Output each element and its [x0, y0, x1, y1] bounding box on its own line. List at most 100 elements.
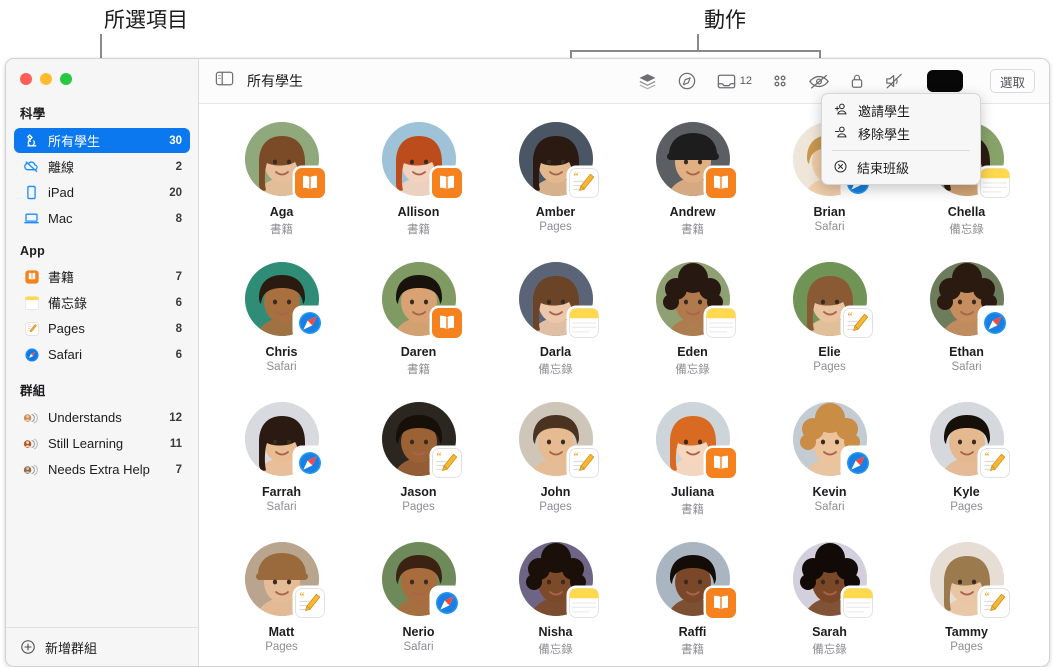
student-avatar-wrap[interactable]: “ [518, 402, 599, 478]
inbox-icon[interactable]: 12 [716, 73, 752, 90]
student-avatar-wrap[interactable] [381, 542, 462, 618]
student-avatar-wrap[interactable] [792, 402, 873, 478]
student-cell[interactable]: “ Amber Pages [487, 116, 624, 256]
mute-icon[interactable] [884, 72, 904, 90]
student-name: Jason [400, 485, 437, 499]
student-avatar-wrap[interactable] [381, 122, 462, 198]
student-avatar-wrap[interactable]: “ [929, 542, 1010, 618]
sidebar-item-needs-extra-help[interactable]: Needs Extra Help 7 [14, 457, 190, 482]
screen-action-button[interactable] [926, 70, 963, 92]
student-cell[interactable]: Sarah 備忘錄 [761, 536, 898, 666]
student-avatar-wrap[interactable] [792, 542, 873, 618]
student-cell[interactable]: Daren 書籍 [350, 256, 487, 396]
student-avatar-wrap[interactable] [655, 262, 736, 338]
sidebar-item-count: 8 [175, 212, 182, 225]
student-cell[interactable]: Aga 書籍 [213, 116, 350, 256]
student-cell[interactable]: Kevin Safari [761, 396, 898, 536]
sidebar-item-safari[interactable]: Safari 6 [14, 342, 190, 367]
student-name: Amber [535, 205, 576, 219]
student-cell[interactable]: Eden 備忘錄 [624, 256, 761, 396]
student-cell[interactable]: Juliana 書籍 [624, 396, 761, 536]
student-cell[interactable]: Farrah Safari [213, 396, 350, 536]
add-group-button[interactable]: 新增群組 [6, 627, 198, 666]
student-app: Pages [539, 221, 572, 233]
sidebar-item-books[interactable]: 書籍 7 [14, 264, 190, 289]
student-avatar-wrap[interactable]: “ [244, 542, 325, 618]
student-avatar-wrap[interactable] [929, 262, 1010, 338]
student-avatar-wrap[interactable] [244, 262, 325, 338]
microscope-icon [23, 132, 40, 149]
student-avatar-wrap[interactable] [655, 402, 736, 478]
student-cell[interactable]: “ Kyle Pages [898, 396, 1035, 536]
grid-group-icon[interactable] [771, 72, 789, 90]
books-badge-icon [705, 588, 736, 618]
screenshot-root: 所選項目 動作 動作 科學 所有學生 [0, 0, 1053, 667]
books-badge-icon [705, 448, 736, 478]
student-cell[interactable]: “ John Pages [487, 396, 624, 536]
sidebar-item-understands[interactable]: Understands 12 [14, 405, 190, 430]
lock-icon[interactable] [849, 72, 865, 90]
student-cell[interactable]: “ Elie Pages [761, 256, 898, 396]
student-cell[interactable]: Chris Safari [213, 256, 350, 396]
minimize-button[interactable] [40, 73, 52, 85]
student-avatar-wrap[interactable] [518, 542, 599, 618]
student-avatar-wrap[interactable] [655, 122, 736, 198]
select-button[interactable]: 選取 [989, 69, 1035, 93]
student-cell[interactable]: Andrew 書籍 [624, 116, 761, 256]
student-avatar-wrap[interactable]: “ [381, 402, 462, 478]
sidebar-item-notes[interactable]: 備忘錄 6 [14, 290, 190, 315]
student-name: Sarah [812, 625, 847, 639]
svg-text:“: “ [299, 592, 304, 603]
student-avatar-wrap[interactable]: “ [518, 122, 599, 198]
student-avatar-wrap[interactable]: “ [929, 402, 1010, 478]
student-app: Pages [539, 501, 572, 513]
menu-item-invite-student[interactable]: 邀請學生 [822, 99, 980, 122]
student-cell[interactable]: Nisha 備忘錄 [487, 536, 624, 666]
zoom-button[interactable] [60, 73, 72, 85]
classroom-window: 科學 所有學生 30 離線 2 iPad 20 Mac 8 App 書籍 7 備… [5, 58, 1050, 667]
sidebar-item-still-learning[interactable]: Still Learning 11 [14, 431, 190, 456]
sidebar-item-count: 7 [175, 463, 182, 476]
student-app: 書籍 [681, 504, 704, 516]
mac-icon [23, 210, 40, 227]
student-cell[interactable]: “ Tammy Pages [898, 536, 1035, 666]
close-button[interactable] [20, 73, 32, 85]
sidebar-item-all-students[interactable]: 所有學生 30 [14, 128, 190, 153]
student-name: Ethan [949, 345, 984, 359]
student-avatar-wrap[interactable]: “ [792, 262, 873, 338]
student-cell[interactable]: Nerio Safari [350, 536, 487, 666]
sidebar-item-label: Mac [48, 211, 73, 226]
sidebar-item-mac[interactable]: Mac 8 [14, 206, 190, 231]
student-cell[interactable]: Ethan Safari [898, 256, 1035, 396]
student-cell[interactable]: “ Matt Pages [213, 536, 350, 666]
student-app: 備忘錄 [538, 644, 573, 656]
navigate-icon[interactable] [677, 71, 697, 91]
student-cell[interactable]: Raffi 書籍 [624, 536, 761, 666]
sidebar-item-ipad[interactable]: iPad 20 [14, 180, 190, 205]
sidebar-toggle-icon[interactable] [215, 70, 234, 92]
student-avatar-wrap[interactable] [518, 262, 599, 338]
sidebar-item-offline[interactable]: 離線 2 [14, 154, 190, 179]
sidebar-item-pages[interactable]: “ Pages 8 [14, 316, 190, 341]
menu-item-label: 移除學生 [858, 127, 911, 142]
student-avatar-wrap[interactable] [244, 402, 325, 478]
svg-text:“: “ [573, 452, 578, 463]
student-avatar-wrap[interactable] [244, 122, 325, 198]
menu-item-end-class[interactable]: 結束班級 [822, 156, 980, 179]
student-cell[interactable]: “ Jason Pages [350, 396, 487, 536]
student-cell[interactable]: Allison 書籍 [350, 116, 487, 256]
hide-screen-icon[interactable] [808, 73, 830, 90]
student-name: John [540, 485, 571, 499]
menu-item-remove-student[interactable]: 移除學生 [822, 122, 980, 145]
student-avatar-wrap[interactable] [381, 262, 462, 338]
student-name: Elie [818, 345, 841, 359]
group-icon [23, 435, 40, 452]
sidebar-scroll[interactable]: 科學 所有學生 30 離線 2 iPad 20 Mac 8 App 書籍 7 備… [6, 87, 198, 627]
student-cell[interactable]: Darla 備忘錄 [487, 256, 624, 396]
layers-icon[interactable] [637, 72, 658, 91]
student-avatar-wrap[interactable] [655, 542, 736, 618]
add-group-label: 新增群組 [45, 640, 98, 656]
pages-badge-icon: “ [568, 168, 599, 198]
notes-badge-icon [568, 308, 599, 338]
student-name: Chris [265, 345, 298, 359]
